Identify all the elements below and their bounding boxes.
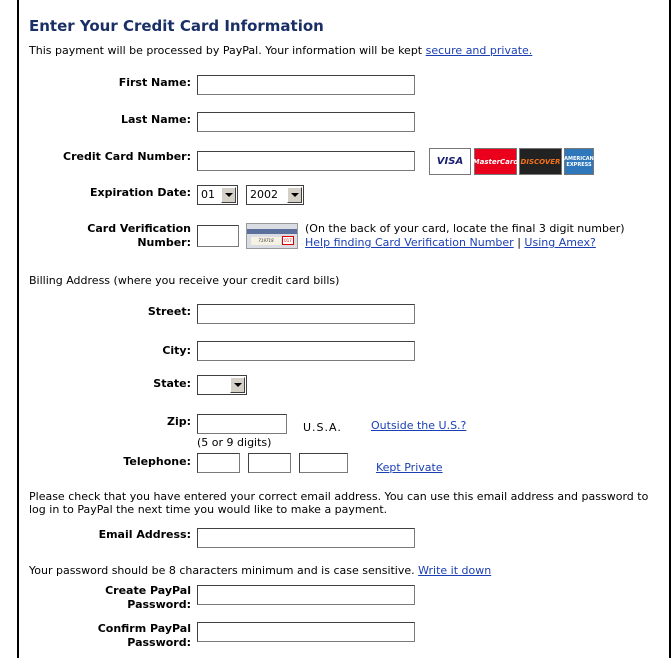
cvv-label: Card Verification Number:: [87, 222, 191, 250]
password-note-line: Your password should be 8 characters min…: [29, 564, 491, 577]
card-back-icon: 719718 017: [246, 223, 298, 249]
first-name-label: First Name:: [118, 76, 191, 89]
chevron-down-icon[interactable]: [230, 377, 245, 393]
create-password-label: Create PayPal Password:: [105, 584, 191, 612]
country-text: U.S.A.: [303, 421, 342, 434]
amex-logo-text: AMERICAN EXPRESS: [564, 155, 594, 168]
mastercard-logo: MasterCard: [472, 148, 519, 175]
intro-text: This payment will be processed by PayPal…: [29, 44, 423, 57]
exp-year-value: 2002: [250, 188, 278, 201]
card-number-label: Credit Card Number:: [63, 150, 191, 163]
page-title: Enter Your Credit Card Information: [29, 17, 324, 35]
card-back-code: 017: [282, 236, 294, 245]
exp-month-select[interactable]: 01: [197, 185, 238, 205]
phone-area-input[interactable]: [197, 453, 240, 473]
confirm-password-label-line2: Password:: [127, 636, 191, 649]
email-label: Email Address:: [98, 528, 191, 541]
cvv-input[interactable]: [197, 225, 239, 247]
zip-hint: (5 or 9 digits): [197, 436, 272, 449]
content-frame: [17, 0, 671, 658]
last-name-label: Last Name:: [120, 113, 191, 126]
zip-input[interactable]: [197, 414, 287, 434]
cvv-help-text: (On the back of your card, locate the fi…: [305, 222, 625, 235]
confirm-password-label: Confirm PayPal Password:: [98, 622, 191, 650]
street-label: Street:: [147, 305, 191, 318]
billing-heading: Billing Address (where you receive your …: [29, 274, 340, 287]
street-input[interactable]: [197, 304, 415, 324]
expiration-date-label: Expiration Date:: [89, 186, 191, 199]
intro-line: This payment will be processed by PayPal…: [29, 44, 532, 57]
create-password-label-line1: Create PayPal: [105, 584, 191, 597]
city-label: City:: [162, 344, 191, 357]
zip-label: Zip:: [166, 415, 191, 428]
create-password-label-line2: Password:: [127, 598, 191, 611]
first-name-input[interactable]: [197, 75, 415, 95]
city-input[interactable]: [197, 341, 415, 361]
email-input[interactable]: [197, 528, 415, 548]
using-amex-link[interactable]: Using Amex?: [524, 236, 595, 249]
email-note: Please check that you have entered your …: [29, 490, 649, 516]
chevron-down-icon[interactable]: [287, 187, 302, 203]
confirm-password-label-line1: Confirm PayPal: [97, 622, 191, 635]
secure-private-link[interactable]: secure and private.: [426, 44, 533, 57]
write-it-down-link[interactable]: Write it down: [418, 564, 491, 577]
amex-logo: AMERICAN EXPRESS: [564, 148, 594, 175]
chevron-down-icon[interactable]: [221, 187, 236, 203]
discover-logo: DISCOVER: [519, 148, 562, 175]
discover-logo-text: DISCOVER: [520, 157, 561, 166]
last-name-input[interactable]: [197, 112, 415, 132]
phone-line-input[interactable]: [299, 453, 348, 473]
state-select[interactable]: [197, 375, 247, 395]
confirm-password-input[interactable]: [197, 622, 415, 642]
link-separator: |: [517, 236, 521, 249]
cvv-label-line2: Number:: [137, 236, 191, 249]
visa-logo-text: VISA: [436, 156, 464, 167]
cvv-label-line1: Card Verification: [87, 222, 191, 235]
create-password-input[interactable]: [197, 585, 415, 605]
exp-month-value: 01: [201, 188, 215, 201]
phone-prefix-input[interactable]: [248, 453, 291, 473]
cvv-help-link[interactable]: Help finding Card Verification Number: [305, 236, 514, 249]
telephone-label: Telephone:: [123, 455, 191, 468]
kept-private-link[interactable]: Kept Private: [376, 461, 443, 474]
cvv-help-links: Help finding Card Verification Number | …: [305, 236, 596, 249]
outside-us-link[interactable]: Outside the U.S.?: [371, 419, 466, 432]
exp-year-select[interactable]: 2002: [246, 185, 304, 205]
visa-logo: VISA: [429, 148, 471, 175]
password-note: Your password should be 8 characters min…: [29, 564, 415, 577]
card-back-digits: 719718: [251, 237, 281, 245]
state-label: State:: [153, 377, 191, 390]
card-number-input[interactable]: [197, 151, 415, 171]
mastercard-logo-text: MasterCard: [472, 157, 519, 166]
